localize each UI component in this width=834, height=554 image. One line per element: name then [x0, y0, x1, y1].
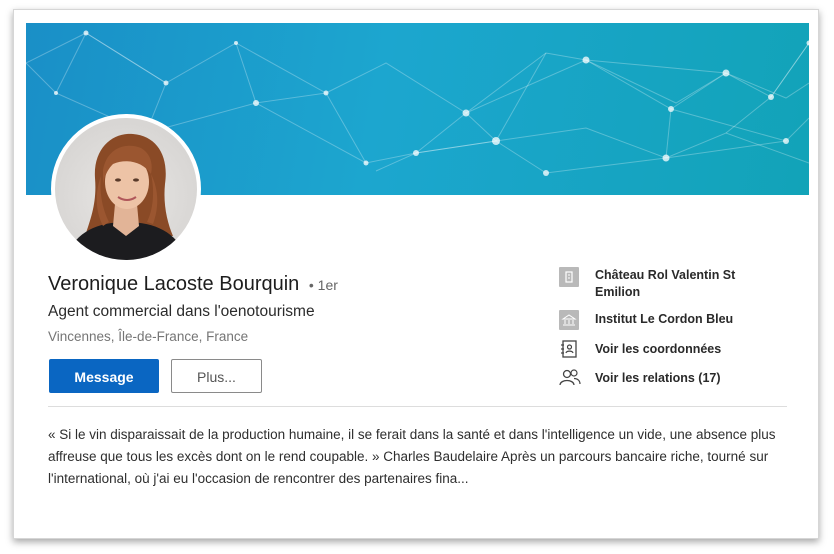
- sidebar-item-label: Château Rol Valentin St Emilion: [595, 268, 736, 299]
- sidebar-item-label: Voir les coordonnées: [595, 342, 722, 356]
- profile-location: Vincennes, Île-de-France, France: [48, 329, 249, 344]
- profile-headline: Agent commercial dans l'oenotourisme: [48, 303, 315, 320]
- profile-name: Veronique Lacoste Bourquin: [48, 273, 300, 295]
- sidebar-item-connections[interactable]: Voir les relations (17): [559, 368, 721, 389]
- profile-card: Veronique Lacoste Bourquin • 1er Agent c…: [13, 9, 819, 539]
- section-divider: [48, 406, 787, 407]
- connection-degree: • 1er: [308, 277, 338, 293]
- sidebar-item-contact-info[interactable]: Voir les coordonnées: [559, 339, 721, 360]
- sidebar-item-label: Voir les relations (17): [595, 371, 721, 385]
- company-logo-icon: [559, 267, 579, 287]
- sidebar-item-school[interactable]: Institut Le Cordon Bleu: [559, 310, 733, 330]
- profile-name-row: Veronique Lacoste Bourquin • 1er: [48, 273, 338, 296]
- portrait-illustration: [65, 133, 187, 260]
- message-button[interactable]: Message: [49, 359, 159, 393]
- more-button[interactable]: Plus...: [171, 359, 262, 393]
- about-summary[interactable]: « Si le vin disparaissait de la producti…: [48, 424, 788, 490]
- sidebar-item-label: Institut Le Cordon Bleu: [595, 312, 734, 326]
- school-logo-icon: [559, 310, 579, 330]
- sidebar-item-company[interactable]: Château Rol Valentin St Emilion: [559, 267, 769, 301]
- contact-card-icon: [559, 339, 579, 359]
- people-icon: [559, 368, 581, 388]
- profile-photo[interactable]: [51, 114, 201, 264]
